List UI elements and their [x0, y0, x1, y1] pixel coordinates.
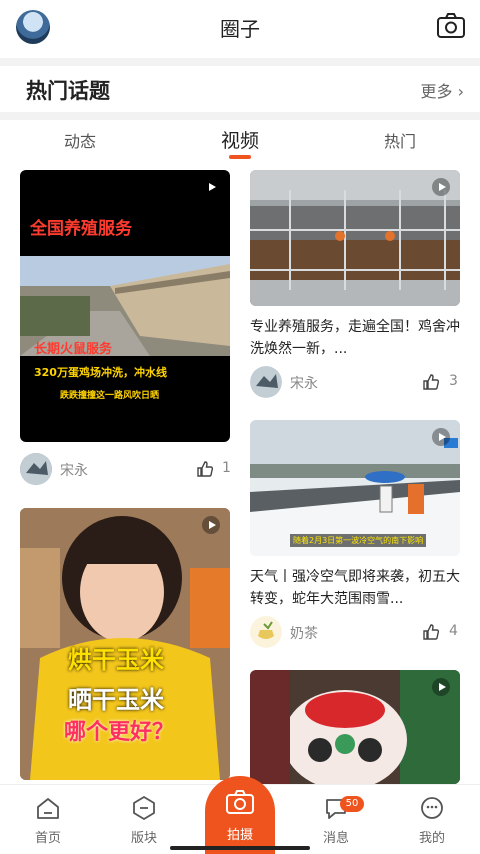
message-badge: 50	[340, 796, 364, 812]
nav-home-label: 首页	[34, 831, 61, 846]
nav-blocks-label: 版块	[130, 831, 157, 846]
page-title: 圈子	[220, 17, 260, 41]
overlay-text: 烘干玉米	[68, 646, 164, 674]
video-thumbnail[interactable]	[250, 170, 460, 306]
chevron-right-icon: ›	[457, 82, 464, 101]
overlay-text: 长期火鼠服务	[34, 342, 113, 357]
video-description[interactable]: 天气丨强冷空气即将来袭，初五大转变，蛇年大范围雨雪...	[250, 566, 460, 610]
thumbs-up-icon[interactable]	[196, 460, 214, 478]
video-thumbnail[interactable]: 烘干玉米 晒干玉米 哪个更好？	[20, 508, 230, 780]
author-name[interactable]: 宋永	[60, 460, 88, 480]
video-thumbnail[interactable]: 全国养殖服务 长期火鼠服务 320万蛋鸡场冲洗，冲水线 跌跌撞撞这一路风吹日晒	[20, 170, 230, 442]
camera-icon	[226, 790, 254, 814]
shoot-label: 拍摄	[226, 828, 253, 843]
divider	[0, 58, 480, 66]
play-icon	[432, 178, 450, 196]
hot-topics-title: 热门话题	[26, 79, 110, 103]
camera-icon[interactable]	[436, 12, 466, 40]
feed-tabs: 动态 视频 热门	[0, 120, 480, 162]
overlay-text: 跌跌撞撞这一路风吹日晒	[60, 391, 160, 401]
top-bar: 圈子	[0, 0, 480, 56]
video-description[interactable]: 专业养殖服务，走遍全国！鸡舍冲洗焕然一新，...	[250, 316, 460, 360]
divider	[0, 112, 480, 120]
thumbs-up-icon[interactable]	[422, 373, 440, 391]
author-name[interactable]: 宋永	[290, 373, 318, 393]
overlay-text: 哪个更好？	[64, 720, 175, 745]
video-thumbnail[interactable]	[250, 670, 460, 784]
author-avatar[interactable]	[250, 616, 282, 648]
home-icon	[37, 798, 59, 819]
nav-home[interactable]: 首页	[18, 795, 78, 846]
nav-mine[interactable]: 我的	[402, 795, 462, 846]
tab-indicator	[229, 155, 251, 159]
shoot-button[interactable]: 拍摄	[205, 776, 275, 854]
overlay-text: 晒干玉米	[68, 686, 164, 714]
author-avatar[interactable]	[20, 453, 52, 485]
overlay-text: 320万蛋鸡场冲洗，冲水线	[34, 366, 167, 379]
overlay-text: 全国养殖服务	[30, 219, 132, 239]
blocks-icon	[133, 796, 155, 820]
play-icon	[202, 516, 220, 534]
thumbs-up-icon[interactable]	[422, 623, 440, 641]
more-button[interactable]: 更多 ›	[420, 78, 464, 102]
smile-chat-icon	[421, 797, 443, 819]
more-label: 更多	[420, 82, 453, 101]
play-icon	[202, 178, 220, 196]
tab-hot[interactable]: 热门	[360, 128, 440, 152]
play-icon	[432, 678, 450, 696]
hot-topics-header: 热门话题 更多 ›	[0, 66, 480, 112]
tab-video[interactable]: 视频	[200, 126, 280, 153]
tab-dynamic[interactable]: 动态	[40, 128, 120, 152]
author-name[interactable]: 奶茶	[290, 623, 318, 643]
like-count: 4	[449, 623, 458, 639]
like-count: 3	[449, 373, 458, 389]
nav-mine-label: 我的	[418, 831, 445, 846]
video-caption: 随着2月3日第一波冷空气的南下影响	[290, 534, 427, 547]
nav-blocks[interactable]: 版块	[114, 795, 174, 846]
like-count: 1	[222, 460, 231, 476]
home-indicator	[170, 846, 310, 850]
nav-messages-label: 消息	[322, 831, 349, 846]
play-icon	[432, 428, 450, 446]
author-avatar[interactable]	[250, 366, 282, 398]
